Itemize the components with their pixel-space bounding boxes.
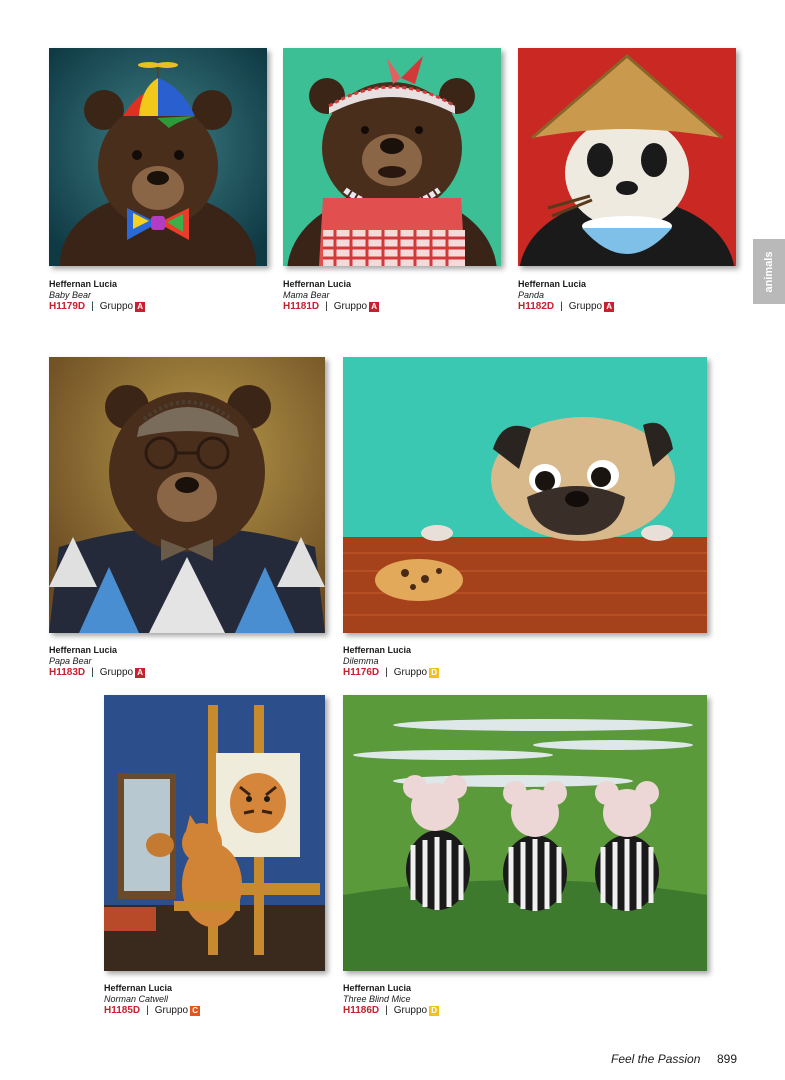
artist-name: Heffernan Lucia: [343, 983, 412, 993]
artwork-dilemma[interactable]: [343, 357, 707, 633]
artist-name: Heffernan Lucia: [104, 983, 173, 993]
three-blind-mice-painting: [343, 695, 707, 971]
group-badge: A: [135, 302, 146, 312]
artwork-title: Dilemma: [343, 656, 379, 666]
group-label: Gruppo: [333, 301, 368, 312]
category-tab-label: animals: [763, 251, 775, 292]
mouse-middle: [503, 781, 567, 911]
artwork-norman-catwell[interactable]: [104, 695, 325, 971]
category-tab-animals[interactable]: animals: [753, 239, 785, 304]
mama-bear-painting: [283, 48, 501, 266]
artwork-mama-bear[interactable]: [283, 48, 501, 266]
artwork-title: Papa Bear: [49, 656, 92, 666]
product-code: H1186D: [343, 1005, 380, 1016]
caption-dilemma: Heffernan Lucia Dilemma H1176D | Gruppo D: [343, 645, 440, 679]
norman-catwell-painting: [104, 695, 325, 971]
artist-name: Heffernan Lucia: [518, 279, 587, 289]
caption-three-blind-mice: Heffernan Lucia Three Blind Mice H1186D |…: [343, 983, 440, 1017]
group-badge: A: [369, 302, 380, 312]
group-label: Gruppo: [568, 301, 603, 312]
artist-name: Heffernan Lucia: [283, 279, 352, 289]
footer-slogan: Feel the Passion: [611, 1052, 701, 1066]
group-label: Gruppo: [99, 301, 134, 312]
baby-bear-painting: [49, 48, 267, 266]
artwork-title: Three Blind Mice: [343, 994, 411, 1004]
caption-panda: Heffernan Lucia Panda H1182D | Gruppo A: [518, 279, 615, 313]
group-label: Gruppo: [393, 1005, 428, 1016]
artwork-title: Mama Bear: [283, 290, 330, 300]
caption-norman-catwell: Heffernan Lucia Norman Catwell H1185D | Gr…: [104, 983, 201, 1017]
artist-name: Heffernan Lucia: [343, 645, 412, 655]
artwork-papa-bear[interactable]: [49, 357, 325, 633]
caption-mama-bear: Heffernan Lucia Mama Bear H1181D | Gruppo A: [283, 279, 380, 313]
group-badge: C: [190, 1006, 201, 1016]
papa-bear-painting: [49, 357, 325, 633]
mouse-right: [595, 781, 659, 911]
product-code: H1183D: [49, 667, 86, 678]
artwork-three-blind-mice[interactable]: [343, 695, 707, 971]
artwork-title: Baby Bear: [49, 290, 92, 300]
panda-painting: [518, 48, 736, 266]
group-badge: D: [429, 1006, 440, 1016]
group-badge: A: [135, 668, 146, 678]
product-code: H1182D: [518, 301, 555, 312]
product-code: H1181D: [283, 301, 320, 312]
group-badge: D: [429, 668, 440, 678]
caption-baby-bear: Heffernan Lucia Baby Bear H1179D | Gruppo A: [49, 279, 146, 313]
dilemma-painting: [343, 357, 707, 633]
product-code: H1185D: [104, 1005, 141, 1016]
artwork-panda[interactable]: [518, 48, 736, 266]
group-badge: A: [604, 302, 615, 312]
artist-name: Heffernan Lucia: [49, 645, 118, 655]
group-label: Gruppo: [154, 1005, 189, 1016]
artwork-title: Norman Catwell: [104, 994, 169, 1004]
artwork-title: Panda: [518, 290, 545, 300]
page-number: 899: [717, 1052, 738, 1066]
artwork-baby-bear[interactable]: [49, 48, 267, 266]
artist-name: Heffernan Lucia: [49, 279, 118, 289]
caption-papa-bear: Heffernan Lucia Papa Bear H1183D | Gruppo A: [49, 645, 146, 679]
group-label: Gruppo: [393, 667, 428, 678]
group-label: Gruppo: [99, 667, 134, 678]
product-code: H1176D: [343, 667, 380, 678]
product-code: H1179D: [49, 301, 86, 312]
